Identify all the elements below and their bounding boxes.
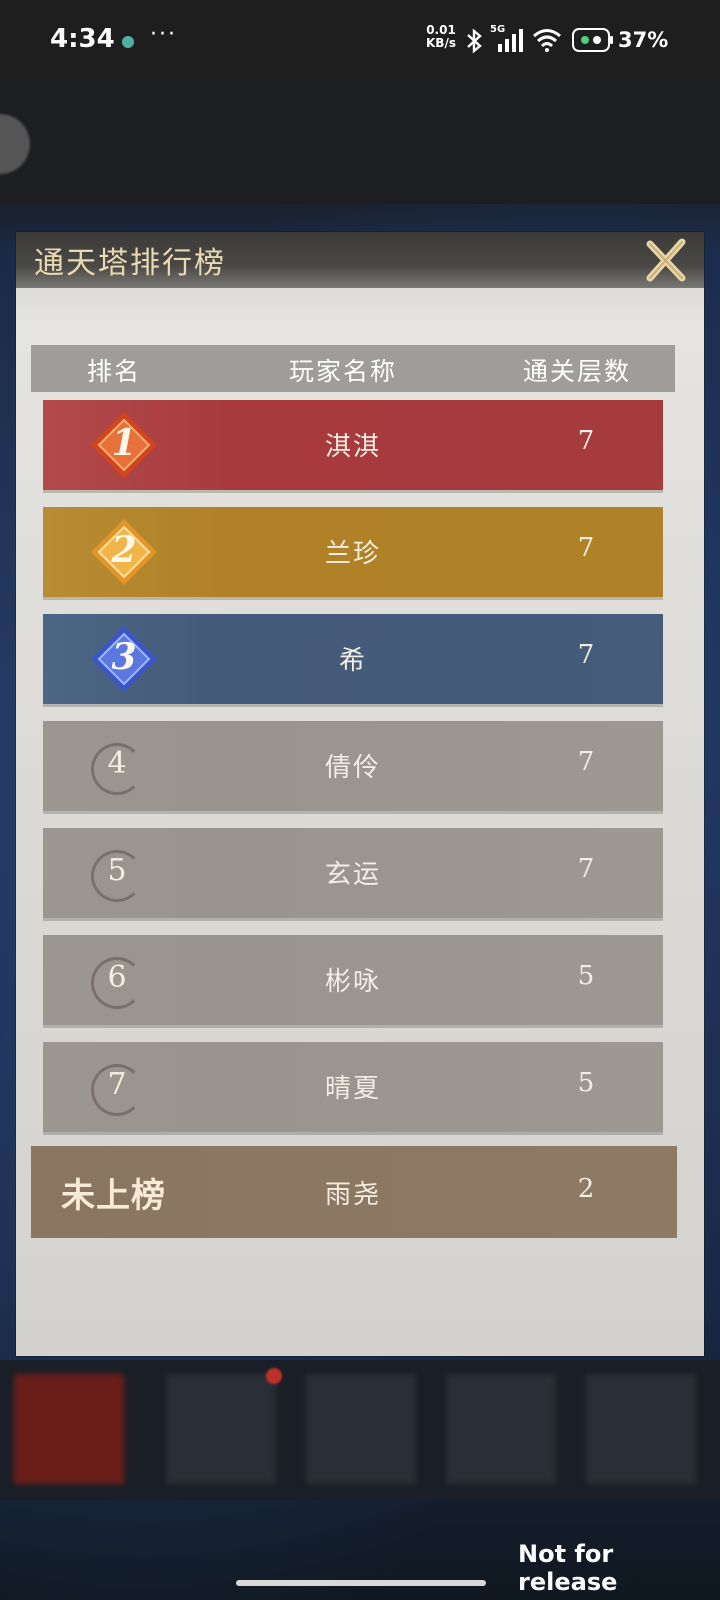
nav-tab-3[interactable] bbox=[306, 1374, 416, 1484]
player-name: 倩伶 bbox=[324, 753, 381, 783]
rank-badge-area: 5 bbox=[43, 828, 193, 918]
signal-icon bbox=[498, 29, 523, 52]
player-name: 晴夏 bbox=[324, 1074, 381, 1104]
dialog-title-bar: 通天塔排行榜 bbox=[16, 232, 704, 288]
floors-cleared: 7 bbox=[577, 747, 595, 777]
player-name: 兰珍 bbox=[324, 539, 381, 569]
net-speed-unit: KB/s bbox=[426, 36, 456, 50]
floors-cleared: 5 bbox=[577, 961, 595, 991]
floors-cleared: 5 bbox=[577, 1068, 595, 1098]
app-notification-icon bbox=[122, 36, 134, 48]
wifi-icon bbox=[533, 29, 561, 52]
battery-percent: 37% bbox=[618, 28, 669, 52]
rank-badge-area: 6 bbox=[43, 935, 193, 1025]
leaderboard-dialog: 通天塔排行榜 排名 玩家名称 通关层数 1 淇淇 7 2 兰珍 7 3 希 7 … bbox=[16, 232, 704, 1356]
floors-cleared: 7 bbox=[577, 426, 595, 456]
rank-badge-area: 1 bbox=[43, 400, 193, 490]
player-name: 玄运 bbox=[324, 860, 381, 890]
status-bar: 4:34 ··· 0.01 KB/s 5G 37% bbox=[0, 0, 720, 84]
leaderboard-row-7: 7 晴夏 5 bbox=[43, 1042, 663, 1132]
game-header-blurred bbox=[0, 84, 720, 204]
leaderboard-row-6: 6 彬咏 5 bbox=[43, 935, 663, 1025]
notification-dot bbox=[266, 1368, 282, 1384]
watermark-label: Not for release bbox=[518, 1540, 618, 1596]
home-indicator[interactable] bbox=[236, 1580, 486, 1586]
column-header-floors: 通关层数 bbox=[523, 357, 632, 386]
rank-badge-area: 3 bbox=[43, 614, 193, 704]
battery-icon bbox=[572, 28, 613, 52]
status-time: 4:34 bbox=[50, 24, 115, 54]
rank-badge-area: 2 bbox=[43, 507, 193, 597]
rank-badge-area: 4 bbox=[43, 721, 193, 811]
rank-number: 3 bbox=[111, 636, 137, 678]
floors-cleared: 7 bbox=[577, 533, 595, 563]
column-header-rank: 排名 bbox=[87, 357, 142, 386]
leaderboard-row-4: 4 倩伶 7 bbox=[43, 721, 663, 811]
player-name: 淇淇 bbox=[324, 432, 381, 462]
rank-number: 6 bbox=[107, 960, 127, 995]
own-player-name: 雨尧 bbox=[324, 1180, 381, 1210]
rank-number: 4 bbox=[107, 746, 127, 781]
leaderboard-row-2: 2 兰珍 7 bbox=[43, 507, 663, 597]
bluetooth-icon bbox=[467, 28, 482, 54]
nav-tab-5[interactable] bbox=[586, 1374, 696, 1484]
rank-number: 1 bbox=[111, 422, 137, 464]
back-button-blurred bbox=[0, 114, 30, 174]
dialog-title: 通天塔排行榜 bbox=[34, 246, 226, 281]
rank-number: 7 bbox=[107, 1067, 127, 1102]
floors-cleared: 7 bbox=[577, 640, 595, 670]
rank-number: 5 bbox=[107, 853, 127, 888]
rank-number: 2 bbox=[111, 529, 137, 571]
own-rank-label: 未上榜 bbox=[61, 1176, 166, 1216]
column-header-player: 玩家名称 bbox=[289, 357, 398, 386]
net-speed: 0.01 KB/s bbox=[426, 24, 456, 50]
player-name: 彬咏 bbox=[324, 967, 381, 997]
more-notifications-icon: ··· bbox=[150, 22, 177, 47]
bottom-nav-blurred bbox=[0, 1360, 720, 1500]
rank-badge-area: 7 bbox=[43, 1042, 193, 1132]
nav-tab-tower[interactable] bbox=[14, 1374, 124, 1484]
player-name: 希 bbox=[338, 646, 367, 676]
close-x-icon[interactable] bbox=[642, 236, 690, 284]
leaderboard-header-row: 排名 玩家名称 通关层数 bbox=[31, 345, 675, 392]
floors-cleared: 7 bbox=[577, 854, 595, 884]
own-floors-cleared: 2 bbox=[577, 1174, 595, 1204]
nav-tab-4[interactable] bbox=[446, 1374, 556, 1484]
leaderboard-row-5: 5 玄运 7 bbox=[43, 828, 663, 918]
nav-tab-2[interactable] bbox=[166, 1374, 276, 1484]
leaderboard-row-1: 1 淇淇 7 bbox=[43, 400, 663, 490]
own-rank-row: 未上榜 雨尧 2 bbox=[31, 1146, 677, 1238]
leaderboard-row-3: 3 希 7 bbox=[43, 614, 663, 704]
